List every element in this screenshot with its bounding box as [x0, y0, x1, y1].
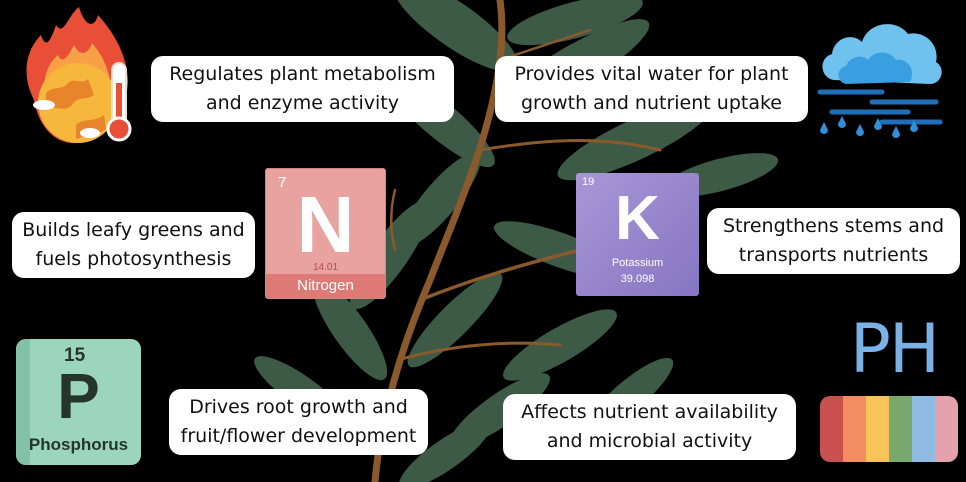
ph-label: PH [849, 310, 940, 389]
ph-stripe-5 [912, 396, 935, 462]
water-line-2: growth and nutrient uptake [521, 92, 782, 114]
ph-stripe-2 [843, 396, 866, 462]
potassium-symbol: K [615, 184, 660, 253]
ph-color-scale [820, 396, 958, 462]
potassium-card: Strengthens stems and transports nutrien… [707, 208, 960, 274]
phosphorus-line-1: Drives root growth and [189, 396, 408, 418]
phosphorus-name: Phosphorus [28, 435, 129, 454]
phosphorus-line-2: fruit/flower development [180, 425, 417, 447]
potassium-element-tile: 19 K Potassium 39.098 [576, 173, 699, 296]
ph-stripe-1 [820, 396, 843, 462]
infographic-canvas: Regulates plant metabolism and enzyme ac… [0, 0, 966, 482]
nitrogen-line-2: fuels photosynthesis [35, 248, 232, 270]
phosphorus-element-tile: 15 P Phosphorus [16, 339, 141, 465]
ph-card: Affects nutrient availability and microb… [503, 394, 796, 460]
water-line-1: Provides vital water for plant [514, 63, 789, 85]
water-card: Provides vital water for plant growth an… [495, 56, 808, 122]
nitrogen-card: Builds leafy greens and fuels photosynth… [12, 212, 255, 278]
potassium-name: Potassium [611, 257, 664, 269]
potassium-line-1: Strengthens stems and [722, 215, 945, 237]
ph-stripe-4 [889, 396, 912, 462]
potassium-atomic-mass: 39.098 [620, 273, 655, 285]
rain-cloud-wind-icon [817, 24, 943, 138]
metabolism-line-1: Regulates plant metabolism [169, 63, 436, 85]
globe-fire-thermometer-icon [26, 7, 132, 144]
metabolism-line-2: and enzyme activity [205, 92, 399, 114]
nitrogen-line-1: Builds leafy greens and [22, 219, 245, 241]
ph-stripe-6 [935, 396, 958, 462]
ph-line-2: and microbial activity [546, 430, 753, 452]
nitrogen-element-tile: 7 N 14.01 Nitrogen [265, 168, 386, 299]
metabolism-card: Regulates plant metabolism and enzyme ac… [151, 56, 454, 122]
nitrogen-symbol: N [296, 180, 355, 269]
ph-stripe-3 [866, 396, 889, 462]
phosphorus-symbol: P [57, 360, 100, 432]
potassium-line-2: transports nutrients [738, 244, 929, 266]
nitrogen-name: Nitrogen [266, 274, 385, 298]
ph-line-1: Affects nutrient availability [521, 401, 778, 423]
nitrogen-atomic-mass: 14.01 [312, 262, 339, 273]
phosphorus-card: Drives root growth and fruit/flower deve… [169, 389, 428, 455]
